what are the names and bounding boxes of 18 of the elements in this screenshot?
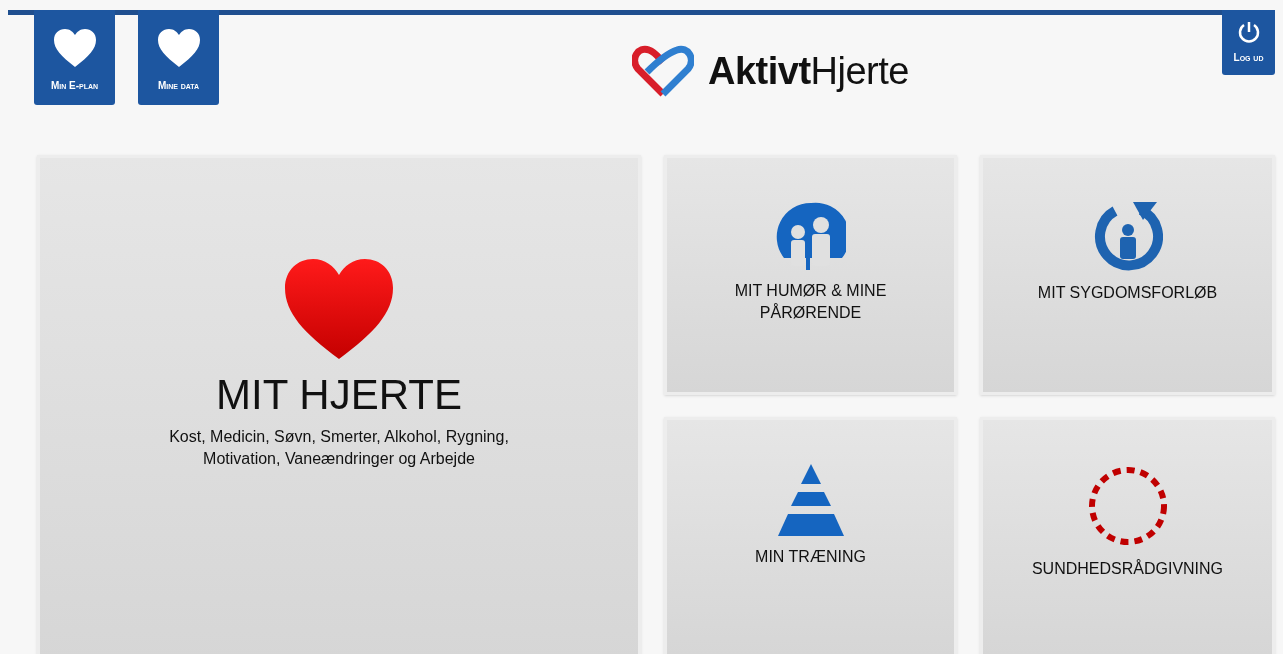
people-icon bbox=[775, 202, 846, 270]
menu-tile[interactable]: MIT HUMØR & MINE PÅRØRENDE bbox=[664, 155, 957, 395]
pyramid-icon bbox=[775, 464, 846, 536]
power-icon bbox=[1236, 20, 1261, 44]
app-title: AktivtHjerte bbox=[708, 49, 909, 94]
heart-icon bbox=[52, 28, 97, 68]
menu-tile[interactable]: MIN TRÆNING bbox=[664, 417, 957, 654]
tile-title: MIT HJERTE bbox=[216, 374, 462, 416]
menu-tile[interactable]: MIT SYGDOMSFORLØB bbox=[980, 155, 1275, 395]
menu-tile[interactable]: SUNDHEDSRÅDGIVNING bbox=[980, 417, 1275, 654]
heart-icon bbox=[284, 258, 394, 360]
logout-button[interactable]: Log ud bbox=[1222, 10, 1275, 75]
heart-icon bbox=[156, 28, 201, 68]
main-tile[interactable]: MIT HJERTE Kost, Medicin, Søvn, Smerter, Alkohol, Rygning, Motivation, Vaneændringer og Arbejde bbox=[37, 155, 641, 654]
nav-tile[interactable]: Mine data bbox=[138, 10, 219, 105]
tile-subtitle: Kost, Medicin, Søvn, Smerter, Alkohol, Rygning, Motivation, Vaneændringer og Arbejde bbox=[168, 427, 510, 469]
person-cycle-icon bbox=[1092, 202, 1163, 272]
nav-tile[interactable]: Min E-plan bbox=[34, 10, 115, 105]
